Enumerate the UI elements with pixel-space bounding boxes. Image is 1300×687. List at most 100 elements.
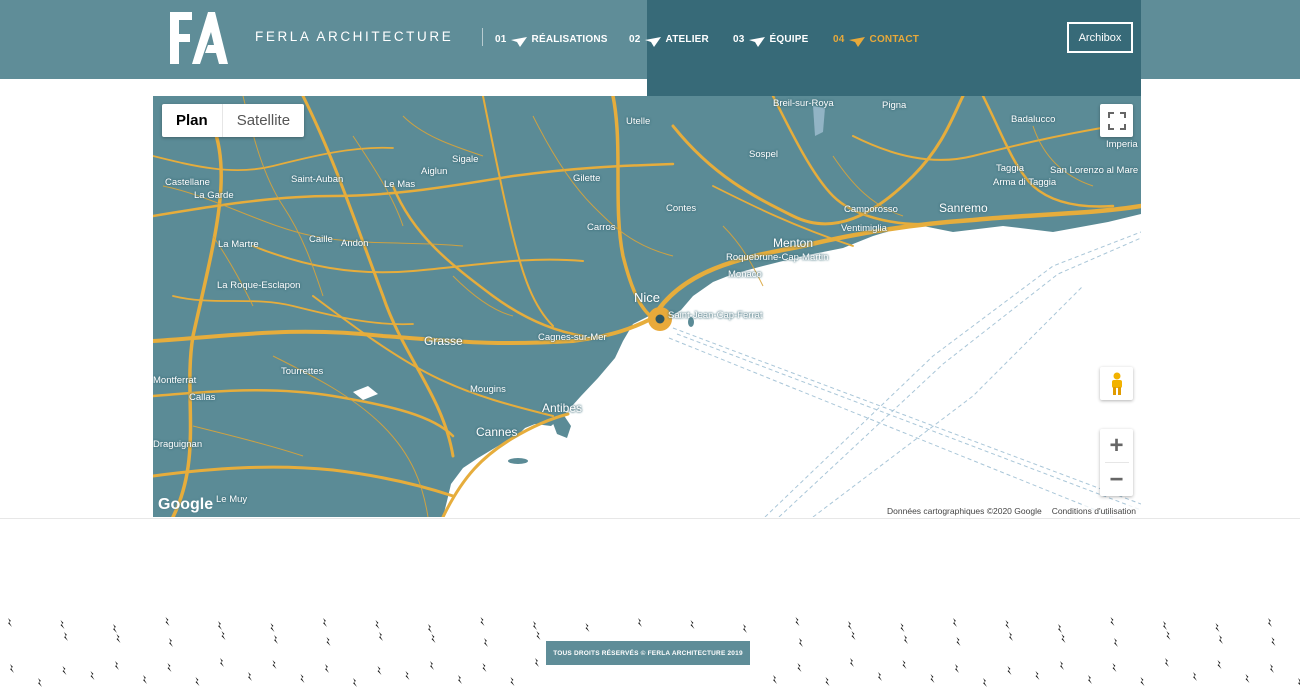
map-label-antibes: Antibes (542, 401, 583, 415)
pattern-flag (1061, 634, 1066, 643)
pattern-flag (1215, 623, 1220, 632)
zoom-out-button[interactable]: − (1100, 463, 1133, 496)
nav-item-equipe[interactable]: 03 ÉQUIPE (733, 31, 809, 47)
map-label-castellane: Castellane (165, 177, 210, 188)
pattern-flag (1219, 635, 1223, 644)
pattern-flag (60, 620, 65, 629)
map-label-aiglun: Aiglun (421, 166, 448, 177)
zoom-in-button[interactable]: + (1100, 429, 1133, 462)
nav-label: ÉQUIPE (769, 33, 809, 45)
pattern-flag (353, 678, 357, 687)
pattern-flag (430, 661, 434, 670)
map-type-plan-button[interactable]: Plan (162, 104, 223, 137)
pattern-flag (797, 663, 802, 672)
pattern-flag (743, 624, 747, 633)
pattern-flag (270, 623, 275, 632)
map-label-carros: Carros (587, 222, 616, 233)
map-label-draguignan: Draguignan (153, 439, 203, 450)
pattern-flag (274, 635, 278, 644)
pattern-flag (323, 618, 327, 627)
map-label-caille: Caille (309, 234, 333, 245)
archibox-button[interactable]: Archibox (1067, 22, 1133, 53)
map-label-pigna: Pigna (882, 100, 907, 111)
pattern-flag (902, 660, 907, 669)
pattern-flag (850, 658, 854, 667)
pattern-flag (1088, 675, 1092, 684)
map-canvas[interactable] (153, 96, 1141, 517)
pattern-flag (851, 631, 856, 640)
pattern-flag (64, 632, 68, 641)
pattern-flag (1007, 666, 1012, 675)
pattern-flag (1245, 674, 1250, 683)
map-label-callas: Callas (189, 392, 216, 403)
map-label-saintauban: Saint-Auban (291, 174, 344, 185)
pattern-flag (431, 634, 436, 643)
map-label-montferrat: Montferrat (153, 375, 197, 386)
pattern-flag (510, 677, 515, 686)
pattern-flag (1217, 660, 1222, 669)
map-label-lemas: Le Mas (384, 179, 416, 190)
pattern-flag (848, 621, 852, 630)
nav-label: RÉALISATIONS (531, 33, 608, 45)
fullscreen-button[interactable] (1100, 104, 1133, 137)
map-label-stjean: Saint-Jean-Cap-Ferrat (668, 310, 763, 321)
pattern-flag (300, 674, 305, 683)
map-label-camporosso: Camporosso (844, 204, 898, 215)
nav-label: ATELIER (665, 33, 709, 45)
map-label-contes: Contes (666, 203, 697, 214)
pattern-flag (221, 631, 226, 640)
pattern-flag (795, 617, 800, 626)
map-label-ventimiglia: Ventimiglia (841, 223, 887, 234)
pattern-flag (484, 638, 488, 647)
pattern-flag (405, 671, 410, 680)
fullscreen-icon (1107, 111, 1126, 130)
map-label-grasse: Grasse (424, 334, 463, 348)
google-logo[interactable]: Google (158, 496, 213, 514)
pattern-flag (218, 621, 222, 630)
terms-link[interactable]: Conditions d'utilisation (1052, 506, 1136, 516)
map-label-sanremo: Sanremo (939, 201, 988, 215)
map-type-control: Plan Satellite (162, 104, 305, 137)
google-map[interactable]: Nice Cannes Antibes Grasse Menton Monaco… (153, 96, 1141, 517)
pattern-flag (195, 677, 200, 686)
zoom-control: + − (1100, 429, 1133, 496)
copyright-notice: TOUS DROITS RÉSERVÉS © FERLA ARCHITECTUR… (546, 641, 750, 665)
pattern-flag (272, 660, 277, 669)
map-label-monaco: Monaco (728, 269, 762, 280)
pattern-flag (115, 661, 119, 670)
map-label-andon: Andon (341, 238, 369, 249)
map-label-nice: Nice (634, 290, 661, 305)
pattern-flag (1005, 620, 1010, 629)
pattern-flag (983, 678, 987, 687)
pattern-flag (379, 632, 383, 641)
ferla-logo[interactable] (168, 12, 228, 64)
street-view-button[interactable] (1100, 367, 1133, 400)
nav-item-atelier[interactable]: 02 ATELIER (629, 31, 709, 47)
brand-name[interactable]: FERLA ARCHITECTURE (255, 29, 453, 44)
flag-icon (644, 37, 661, 47)
map-label-badalucco: Badalucco (1011, 114, 1056, 125)
pattern-flag (38, 678, 42, 687)
pattern-flag (1270, 664, 1274, 673)
flag-icon (510, 37, 527, 47)
pattern-flag (248, 672, 252, 681)
pattern-flag (956, 637, 961, 646)
nav-item-realisations[interactable]: 01 RÉALISATIONS (495, 31, 608, 47)
map-label-breil: Breil-sur-Roya (773, 98, 834, 109)
pattern-flag (1163, 621, 1167, 630)
pattern-flag (1009, 632, 1013, 641)
map-label-sanlorenzo: San Lorenzo al Mare (1050, 165, 1139, 176)
pattern-flag (930, 674, 935, 683)
pattern-flag (690, 620, 695, 629)
map-label-utelle: Utelle (626, 116, 651, 127)
nav-item-contact[interactable]: 04 CONTACT (833, 31, 919, 47)
map-label-sigale: Sigale (452, 154, 479, 165)
pattern-flag (799, 638, 803, 647)
map-type-satellite-button[interactable]: Satellite (223, 104, 304, 137)
pattern-flag (535, 658, 539, 667)
pattern-flag (220, 658, 224, 667)
pattern-flag (904, 635, 908, 644)
pattern-flag (1035, 671, 1040, 680)
flag-icon (848, 37, 865, 47)
map-label-tourrettes: Tourrettes (281, 366, 324, 377)
